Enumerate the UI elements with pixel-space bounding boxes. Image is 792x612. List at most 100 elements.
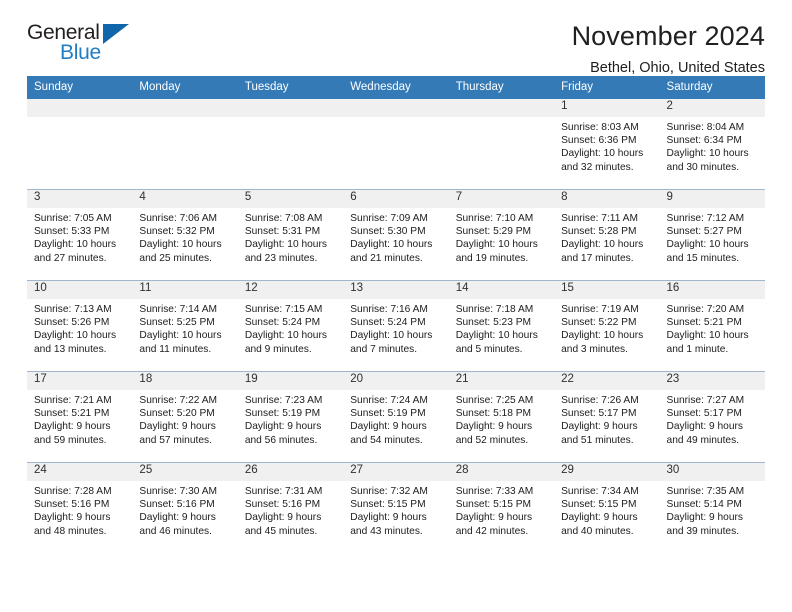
day-cell-5: 5 Sunrise: 7:08 AM Sunset: 5:31 PM Daylight… — [237, 190, 344, 280]
day-cell-empty — [237, 99, 344, 189]
daylight-text: Daylight: 10 hours and 1 minute. — [666, 330, 749, 355]
day-number: 10 — [27, 281, 133, 299]
daylight-text: Daylight: 9 hours and 42 minutes. — [455, 512, 533, 537]
calendar-day-cell[interactable]: 2 Sunrise: 8:04 AM Sunset: 6:34 PM Daylight… — [659, 99, 765, 190]
day-cell-22: 22 Sunrise: 7:26 AM Sunset: 5:17 PM Dayligh… — [554, 372, 660, 462]
calendar-day-cell[interactable]: 11 Sunrise: 7:14 AM Sunset: 5:25 PM Dayligh… — [132, 280, 238, 372]
day-number: 14 — [448, 281, 555, 299]
calendar-day-cell[interactable] — [132, 99, 238, 190]
calendar-week-row: 17 Sunrise: 7:21 AM Sunset: 5:21 PM Dayligh… — [27, 371, 765, 463]
calendar-day-cell[interactable] — [27, 99, 133, 190]
sunrise-text: Sunrise: 7:25 AM — [455, 395, 534, 406]
calendar-day-cell[interactable]: 5 Sunrise: 7:08 AM Sunset: 5:31 PM Daylight… — [237, 189, 344, 281]
sunset-text: Sunset: 5:15 PM — [350, 499, 426, 511]
calendar-day-cell[interactable]: 20 Sunrise: 7:24 AM Sunset: 5:19 PM Dayligh… — [343, 371, 449, 463]
daylight-text: Daylight: 9 hours and 40 minutes. — [561, 512, 638, 537]
daylight-text: Daylight: 10 hours and 11 minutes. — [139, 330, 222, 355]
day-cell-28: 28 Sunrise: 7:33 AM Sunset: 5:15 PM Dayligh… — [448, 463, 555, 553]
daylight-text: Daylight: 10 hours and 30 minutes. — [666, 148, 749, 173]
daylight-text: Daylight: 10 hours and 13 minutes. — [34, 330, 117, 355]
calendar-day-cell[interactable]: 16 Sunrise: 7:20 AM Sunset: 5:21 PM Dayligh… — [659, 280, 765, 372]
calendar-day-cell[interactable]: 17 Sunrise: 7:21 AM Sunset: 5:21 PM Dayligh… — [27, 371, 133, 463]
sunrise-text: Sunrise: 7:35 AM — [666, 486, 745, 497]
day-number: 23 — [659, 372, 765, 390]
calendar-day-cell[interactable]: 22 Sunrise: 7:26 AM Sunset: 5:17 PM Dayligh… — [554, 371, 660, 463]
day-number: 13 — [343, 281, 449, 299]
calendar-day-cell[interactable]: 1 Sunrise: 8:03 AM Sunset: 6:36 PM Daylight… — [554, 99, 660, 190]
day-cell-11: 11 Sunrise: 7:14 AM Sunset: 5:25 PM Dayligh… — [132, 281, 238, 371]
day-cell-9: 9 Sunrise: 7:12 AM Sunset: 5:27 PM Daylight… — [659, 190, 765, 280]
calendar-page: General Blue November 2024 Bethel, Ohio,… — [0, 0, 792, 612]
sunset-text: Sunset: 5:29 PM — [455, 226, 532, 238]
day-number: 16 — [659, 281, 765, 299]
sunset-text: Sunset: 5:17 PM — [561, 408, 637, 420]
day-cell-15: 15 Sunrise: 7:19 AM Sunset: 5:22 PM Dayligh… — [554, 281, 660, 371]
day-number: 28 — [448, 463, 555, 481]
calendar-day-cell[interactable]: 21 Sunrise: 7:25 AM Sunset: 5:18 PM Dayligh… — [448, 371, 555, 463]
calendar-day-cell[interactable]: 30 Sunrise: 7:35 AM Sunset: 5:14 PM Dayligh… — [659, 462, 765, 553]
sunset-text: Sunset: 5:17 PM — [666, 408, 742, 420]
calendar-day-cell[interactable]: 15 Sunrise: 7:19 AM Sunset: 5:22 PM Dayligh… — [554, 280, 660, 372]
calendar-day-cell[interactable] — [343, 99, 449, 190]
calendar-day-cell[interactable]: 6 Sunrise: 7:09 AM Sunset: 5:30 PM Daylight… — [343, 189, 449, 281]
day-cell-empty — [27, 99, 133, 189]
generalblue-logo[interactable]: General Blue — [27, 22, 137, 68]
sunset-text: Sunset: 5:21 PM — [666, 317, 742, 329]
sunrise-text: Sunrise: 7:27 AM — [666, 395, 745, 406]
calendar-day-cell[interactable]: 27 Sunrise: 7:32 AM Sunset: 5:15 PM Dayligh… — [343, 462, 449, 553]
calendar-day-cell[interactable]: 10 Sunrise: 7:13 AM Sunset: 5:26 PM Dayligh… — [27, 280, 133, 372]
sunset-text: Sunset: 5:19 PM — [350, 408, 426, 420]
calendar-day-cell[interactable]: 24 Sunrise: 7:28 AM Sunset: 5:16 PM Dayligh… — [27, 462, 133, 553]
day-sun-info: Sunrise: 7:15 AM Sunset: 5:24 PM Daylight:… — [238, 299, 343, 356]
calendar-day-cell[interactable]: 14 Sunrise: 7:18 AM Sunset: 5:23 PM Dayligh… — [448, 280, 555, 372]
calendar-day-cell[interactable] — [237, 99, 344, 190]
day-number: 24 — [27, 463, 133, 481]
calendar-day-cell[interactable]: 13 Sunrise: 7:16 AM Sunset: 5:24 PM Dayligh… — [343, 280, 449, 372]
day-number: 22 — [554, 372, 660, 390]
day-sun-info: Sunrise: 7:08 AM Sunset: 5:31 PM Daylight:… — [238, 208, 343, 265]
calendar-day-cell[interactable]: 28 Sunrise: 7:33 AM Sunset: 5:15 PM Dayligh… — [448, 462, 555, 553]
daylight-text: Daylight: 9 hours and 52 minutes. — [455, 421, 533, 446]
day-number: 1 — [554, 99, 660, 117]
calendar-day-cell[interactable]: 23 Sunrise: 7:27 AM Sunset: 5:17 PM Dayligh… — [659, 371, 765, 463]
calendar-week-row: 24 Sunrise: 7:28 AM Sunset: 5:16 PM Dayligh… — [27, 462, 765, 553]
calendar-day-cell[interactable] — [448, 99, 555, 190]
day-cell-23: 23 Sunrise: 7:27 AM Sunset: 5:17 PM Dayligh… — [659, 372, 765, 462]
daylight-text: Daylight: 9 hours and 49 minutes. — [666, 421, 743, 446]
calendar-week-row: 1 Sunrise: 8:03 AM Sunset: 6:36 PM Daylight… — [27, 99, 765, 190]
calendar-day-cell[interactable]: 26 Sunrise: 7:31 AM Sunset: 5:16 PM Dayligh… — [237, 462, 344, 553]
sunset-text: Sunset: 5:25 PM — [139, 317, 215, 329]
sunset-text: Sunset: 5:24 PM — [350, 317, 426, 329]
calendar-day-cell[interactable]: 12 Sunrise: 7:15 AM Sunset: 5:24 PM Dayligh… — [237, 280, 344, 372]
weekday-header-wednesday: Wednesday — [343, 76, 449, 99]
day-number: 8 — [554, 190, 660, 208]
calendar-day-cell[interactable]: 8 Sunrise: 7:11 AM Sunset: 5:28 PM Daylight… — [554, 189, 660, 281]
calendar-day-cell[interactable]: 3 Sunrise: 7:05 AM Sunset: 5:33 PM Daylight… — [27, 189, 133, 281]
sunrise-text: Sunrise: 7:32 AM — [350, 486, 428, 497]
calendar-day-cell[interactable]: 4 Sunrise: 7:06 AM Sunset: 5:32 PM Daylight… — [132, 189, 238, 281]
day-number: 21 — [448, 372, 555, 390]
calendar-day-cell[interactable]: 9 Sunrise: 7:12 AM Sunset: 5:27 PM Daylight… — [659, 189, 765, 281]
day-number: 5 — [237, 190, 344, 208]
day-cell-3: 3 Sunrise: 7:05 AM Sunset: 5:33 PM Daylight… — [27, 190, 133, 280]
day-sun-info: Sunrise: 7:22 AM Sunset: 5:20 PM Daylight:… — [132, 390, 237, 447]
calendar-body: 1 Sunrise: 8:03 AM Sunset: 6:36 PM Daylight… — [27, 99, 765, 553]
sunrise-text: Sunrise: 8:04 AM — [666, 122, 745, 133]
sunrise-text: Sunrise: 7:13 AM — [34, 304, 112, 315]
calendar-day-cell[interactable]: 29 Sunrise: 7:34 AM Sunset: 5:15 PM Dayligh… — [554, 462, 660, 553]
calendar-day-cell[interactable]: 25 Sunrise: 7:30 AM Sunset: 5:16 PM Dayligh… — [132, 462, 238, 553]
logo-triangle-icon — [103, 24, 129, 44]
calendar-day-cell[interactable]: 19 Sunrise: 7:23 AM Sunset: 5:19 PM Dayligh… — [237, 371, 344, 463]
day-number: 20 — [343, 372, 449, 390]
day-sun-info: Sunrise: 7:23 AM Sunset: 5:19 PM Daylight:… — [238, 390, 343, 447]
day-cell-27: 27 Sunrise: 7:32 AM Sunset: 5:15 PM Dayligh… — [343, 463, 449, 553]
sunrise-text: Sunrise: 7:20 AM — [666, 304, 745, 315]
calendar-day-cell[interactable]: 7 Sunrise: 7:10 AM Sunset: 5:29 PM Daylight… — [448, 189, 555, 281]
day-cell-19: 19 Sunrise: 7:23 AM Sunset: 5:19 PM Dayligh… — [237, 372, 344, 462]
calendar-week-row: 10 Sunrise: 7:13 AM Sunset: 5:26 PM Dayligh… — [27, 280, 765, 372]
daylight-text: Daylight: 9 hours and 43 minutes. — [350, 512, 427, 537]
day-sun-info: Sunrise: 7:35 AM Sunset: 5:14 PM Daylight:… — [660, 481, 765, 538]
daylight-text: Daylight: 10 hours and 19 minutes. — [455, 239, 538, 264]
calendar-day-cell[interactable]: 18 Sunrise: 7:22 AM Sunset: 5:20 PM Dayligh… — [132, 371, 238, 463]
day-number: 15 — [554, 281, 660, 299]
